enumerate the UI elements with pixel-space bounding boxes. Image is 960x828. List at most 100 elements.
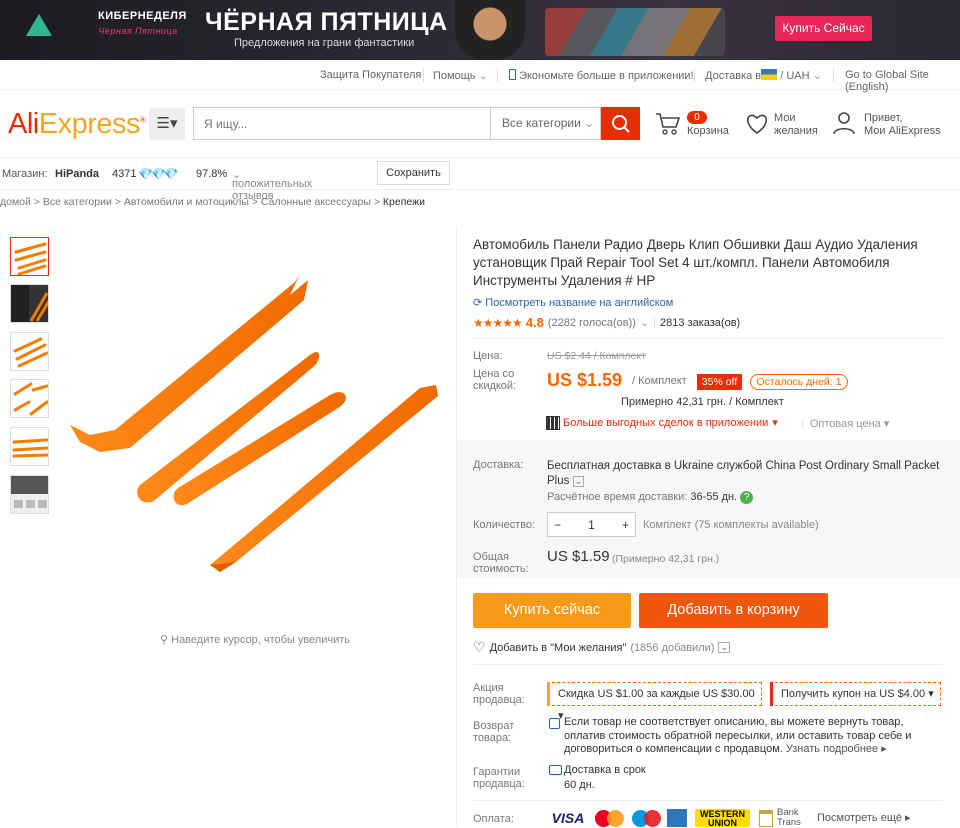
banner-logo-icon	[26, 14, 52, 36]
shipping-method[interactable]: Бесплатная доставка в Ukraine службой Ch…	[547, 459, 947, 489]
guarantee-label: Гарантии продавца:	[473, 766, 525, 790]
shipping-label: Доставка:	[473, 459, 524, 471]
banner-title: ЧЁРНАЯ ПЯТНИЦА	[205, 8, 448, 36]
learn-more-link[interactable]: Узнать подробнее ▸	[786, 743, 887, 755]
account-link[interactable]: Привет, Мои AliExpress	[864, 112, 941, 138]
feedback-link[interactable]: положительных отзывов ⌄	[232, 168, 312, 202]
thumbnail[interactable]	[10, 379, 49, 418]
diamond-icon: 💎💎💎	[138, 167, 179, 181]
cart-icon[interactable]	[655, 112, 681, 136]
cart-link[interactable]: Корзина	[687, 125, 729, 138]
coupon-discount[interactable]: Скидка US $1.00 за каждые US $30.00 ▾	[547, 682, 762, 722]
thumbnail[interactable]	[10, 427, 49, 466]
crumb-current: Крепежи	[382, 196, 426, 208]
coupon-get[interactable]: Получить купон на US $4.00 ▾	[770, 682, 941, 706]
on-time-days: 60 дн.	[564, 779, 595, 791]
categories-menu-button[interactable]: ☰▾	[149, 108, 185, 140]
crumb-interior[interactable]: Салонные аксессуары	[261, 196, 371, 208]
rating-row: ★★★★★ 4.8 (2282 голоса(ов)) ⌄ | 2813 зак…	[473, 315, 741, 330]
product-title: Автомобиль Панели Радио Дверь Клип Обшив…	[473, 237, 918, 288]
english-title-link[interactable]: ⟳ Посмотреть название на английском	[473, 296, 673, 309]
save-store-button[interactable]: Сохранить	[377, 161, 450, 185]
help-icon[interactable]: ?	[740, 491, 754, 504]
search-button[interactable]	[601, 107, 640, 140]
search-input[interactable]	[194, 108, 491, 139]
aliexpress-logo[interactable]: AliExpress®	[8, 108, 146, 141]
phone-icon	[509, 69, 516, 80]
thumbnail[interactable]	[10, 332, 49, 371]
menu-icon: ☰▾	[156, 115, 178, 132]
chevron-down-icon: ⌄	[812, 70, 822, 82]
see-more-payments-link[interactable]: Посмотреть ещё ▸	[817, 811, 911, 824]
category-select[interactable]: Все категории ⌄	[490, 107, 601, 140]
chevron-down-icon: ⌄	[584, 116, 595, 130]
crumb-home[interactable]: домой	[0, 196, 31, 208]
delivery-label: Доставка в	[705, 70, 762, 82]
cyber-week-badge: КИБЕРНЕДЕЛЯ Черная Пятница	[98, 10, 187, 50]
crumb-all-categories[interactable]: Все категории	[43, 196, 112, 208]
coupon-discount-label: Скидка US $1.00 за каждые US $30.00	[558, 688, 755, 700]
return-icon	[549, 718, 560, 729]
eta-value: 36-55 дн.	[690, 491, 738, 503]
chevron-down-icon: ▾	[772, 417, 778, 429]
add-to-cart-button[interactable]: Добавить в корзину	[639, 593, 828, 628]
category-select-label: Все категории	[502, 116, 581, 130]
app-link[interactable]: Экономьте больше в приложении!	[509, 69, 694, 82]
return-policy: Если товар не соответствует описанию, вы…	[564, 716, 944, 757]
votes-link[interactable]: (2282 голоса(ов))	[548, 317, 636, 329]
eta-label: Расчётное время доставки:	[547, 491, 688, 503]
product-image[interactable]	[60, 260, 460, 590]
banner-buy-button[interactable]: Купить Сейчас	[775, 16, 872, 41]
visa-icon: VISA	[551, 810, 585, 826]
top-nav: Защита Покупателя Помощь ⌄ Экономьте бол…	[0, 60, 960, 93]
heart-icon[interactable]	[745, 113, 769, 135]
chevron-down-icon: ⌄	[639, 317, 650, 329]
mastercard-icon	[595, 810, 625, 827]
search-box	[193, 107, 491, 140]
wholesale-label: Оптовая цена	[809, 418, 881, 430]
translate-icon: ⟳	[473, 297, 483, 309]
buyer-protection-link[interactable]: Защита Покупателя	[320, 69, 421, 81]
zoom-hint-label: Наведите курсор, чтобы увеличить	[171, 634, 351, 646]
quantity-value[interactable]: 1	[588, 518, 595, 532]
add-to-wishlist-link[interactable]: ♡ Добавить в "Мои желания" (1856 добавил…	[473, 639, 731, 656]
store-name-link[interactable]: HiPanda	[55, 168, 99, 180]
app-deals-label: Больше выгодных сделок в приложении	[563, 416, 769, 429]
thumbnail[interactable]	[10, 237, 49, 276]
current-price: US $1.59	[547, 370, 623, 390]
total-label: Общая стоимость:	[473, 551, 529, 575]
ukraine-flag-icon	[761, 69, 778, 80]
user-icon[interactable]	[833, 111, 855, 135]
wishlist-link[interactable]: Мои желания	[774, 112, 818, 138]
wishlist-label-2: желания	[774, 125, 818, 137]
quantity-minus-button[interactable]: −	[554, 518, 561, 532]
discount-price-label: Цена со скидкой:	[473, 368, 517, 392]
return-label: Возврат товара:	[473, 720, 515, 744]
thumbnail[interactable]	[10, 284, 49, 323]
bank-transfer-label: Bank Transfer	[777, 808, 801, 827]
help-link[interactable]: Помощь ⌄	[433, 69, 488, 82]
total-price: US $1.59	[547, 548, 610, 565]
logo-ali: Ali	[8, 108, 39, 140]
magnifier-icon: ⚲	[160, 634, 169, 646]
shipping-text: Бесплатная доставка в Ukraine службой Ch…	[547, 460, 940, 487]
wishlist-label-1: Мои	[774, 112, 796, 124]
breadcrumb: домой > Все категории > Автомобили и мот…	[0, 196, 426, 208]
thumbnail[interactable]	[10, 475, 49, 514]
quantity-plus-button[interactable]: +	[622, 518, 629, 532]
old-price: US $2.44 / Комплект	[547, 350, 646, 362]
crumb-auto[interactable]: Автомобили и мотоциклы	[124, 196, 249, 208]
quantity-stepper[interactable]: − 1 +	[547, 512, 636, 537]
banner-cart-image	[545, 8, 725, 56]
wishlist-label: Добавить в "Мои желания"	[489, 641, 627, 654]
payment-label: Оплата:	[473, 813, 514, 825]
promo-banner[interactable]: КИБЕРНЕДЕЛЯ Черная Пятница ЧЁРНАЯ ПЯТНИЦ…	[0, 0, 960, 60]
cyber-week-sub: Черная Пятница	[98, 26, 178, 36]
wholesale-price-link[interactable]: | Оптовая цена ▾	[801, 417, 889, 430]
buy-now-button[interactable]: Купить сейчас	[473, 593, 631, 628]
ship-to-selector[interactable]: Доставка в / UAH ⌄	[705, 69, 822, 82]
chevron-down-icon: ⌄	[572, 476, 585, 487]
app-deals-link[interactable]: Больше выгодных сделок в приложении ▾	[546, 415, 778, 430]
logo-express: Express	[38, 108, 141, 140]
cyber-week-title: КИБЕРНЕДЕЛЯ	[98, 10, 187, 22]
